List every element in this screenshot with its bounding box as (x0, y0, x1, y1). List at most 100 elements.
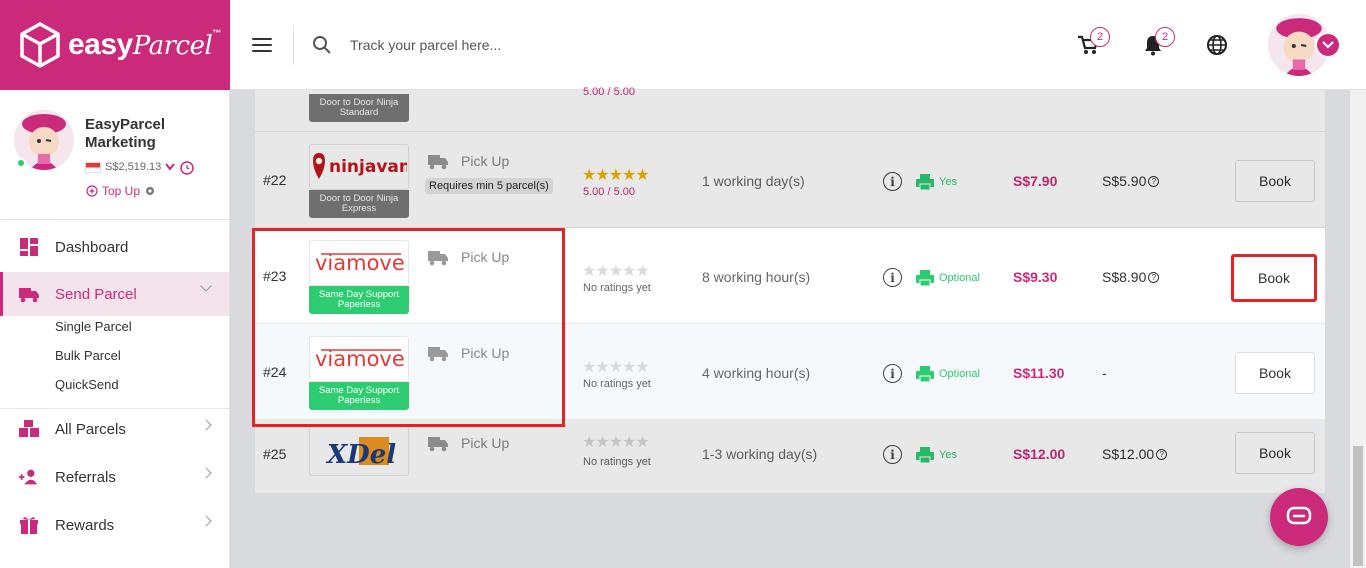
profile-name: EasyParcel Marketing (85, 116, 166, 151)
box-logo-icon (20, 22, 60, 68)
star-rating: ★★★★★ (582, 167, 650, 184)
pickup-label: Pick Up (461, 249, 510, 265)
chevron-down-icon[interactable] (165, 163, 176, 171)
plus-circle-icon (86, 185, 98, 197)
chat-button[interactable] (1270, 488, 1328, 546)
sidebar-item-dashboard[interactable]: Dashboard (0, 225, 229, 269)
truck-icon (428, 251, 448, 266)
requirement-badge: Requires min 5 parcel(s) (425, 178, 553, 194)
gift-icon (18, 514, 40, 536)
chat-icon (1286, 506, 1312, 525)
viamove-logo: viamove (315, 347, 405, 371)
chevron-right-icon (200, 515, 212, 527)
referral-users-icon (18, 466, 40, 488)
service-tag: Same Day Support Paperless (309, 286, 409, 314)
carrier-name: XDel (325, 440, 396, 470)
info-icon[interactable]: i (883, 364, 902, 383)
brand-name: easyParcel™ (68, 28, 221, 61)
sidebar-subitem-bulk-parcel[interactable]: Bulk Parcel (55, 348, 121, 363)
printer-icon (916, 366, 934, 383)
singapore-flag-icon (85, 161, 101, 173)
info-icon[interactable]: i (883, 172, 902, 191)
sidebar-item-label: Referrals (55, 468, 116, 486)
book-button[interactable]: Book (1235, 160, 1315, 202)
page-scrollbar[interactable] (1350, 90, 1366, 568)
info-icon[interactable]: i (883, 268, 902, 287)
service-tag: Same Day Support Paperless (309, 382, 409, 410)
question-icon[interactable]: ? (1148, 271, 1160, 283)
balance-amount: S$2,519.13 (105, 161, 162, 173)
table-row: Door to Door Ninja Standard 5.00 / 5.00 (255, 36, 1325, 132)
truck-icon (428, 437, 448, 452)
info-icon[interactable]: i (883, 445, 902, 464)
truck-icon (428, 347, 448, 362)
rank-number: #22 (263, 172, 287, 188)
sidebar-item-send-parcel[interactable]: Send Parcel (0, 272, 229, 316)
chevron-down-icon (200, 280, 212, 292)
rating-text: No ratings yet (583, 378, 651, 390)
sidebar-subitem-quicksend[interactable]: QuickSend (55, 377, 119, 392)
print-label: Yes (939, 449, 957, 461)
truck-icon (428, 155, 448, 170)
sidebar-item-referrals[interactable]: Referrals (0, 455, 229, 499)
book-button[interactable]: Book (1235, 352, 1315, 394)
print-label: Yes (939, 176, 957, 188)
dashboard-icon (18, 236, 40, 258)
delivery-eta: 1-3 working day(s) (702, 446, 818, 462)
original-price: S$12.00? (1102, 446, 1168, 462)
table-row: #22 ninjavan Door to Door Ninja Express … (255, 132, 1325, 228)
alarm-icon[interactable] (179, 159, 195, 175)
sidebar-item-label: All Parcels (55, 420, 126, 438)
service-tag: Door to Door Ninja Standard (309, 94, 409, 122)
print-requirement: Yes (915, 446, 957, 464)
question-icon[interactable]: ? (1148, 175, 1160, 187)
profile-balance[interactable]: S$2,519.13 (85, 159, 195, 175)
xdel-logo: XDel (325, 437, 396, 470)
boxes-icon (18, 418, 40, 440)
book-button-highlighted[interactable]: Book (1231, 254, 1317, 302)
original-price: S$8.90? (1102, 269, 1160, 285)
table-row: #25 XDel Pick Up ★★★★★ No ratings yet 1-… (255, 420, 1325, 493)
sidebar-item-label: Send Parcel (55, 285, 137, 303)
star-rating: ★★★★★ (582, 359, 650, 376)
carrier-logo: viamove (309, 240, 409, 286)
sidebar-item-rewards[interactable]: Rewards (0, 503, 229, 547)
rating-text: No ratings yet (583, 282, 651, 294)
topup-link[interactable]: Top Up (86, 184, 156, 198)
pickup-method: Pick Up (425, 248, 509, 266)
online-status-dot (16, 158, 26, 168)
price: S$12.00 (1013, 446, 1066, 462)
topup-label: Top Up (102, 184, 141, 198)
carrier-logo: XDel (309, 426, 409, 476)
chevron-right-icon (200, 419, 212, 431)
sidebar-item-all-parcels[interactable]: All Parcels (0, 407, 229, 451)
viamove-logo: viamove (315, 251, 405, 275)
carrier-logo: viamove (309, 336, 409, 382)
print-requirement: Optional (915, 269, 980, 287)
pickup-label: Pick Up (461, 435, 510, 451)
rank-number: #23 (263, 268, 287, 284)
pickup-method: Pick Up (425, 344, 509, 362)
book-button[interactable]: Book (1235, 432, 1315, 474)
profile-panel: EasyParcel Marketing S$2,519.13 Top Up (0, 90, 229, 220)
brand-logo[interactable]: easyParcel™ (18, 21, 221, 69)
price: S$11.30 (1013, 365, 1065, 381)
print-requirement: Yes (915, 173, 957, 191)
carrier-name: ninjavan (329, 157, 407, 177)
sidebar-item-label: Rewards (55, 516, 115, 534)
delivery-eta: 8 working hour(s) (702, 269, 811, 285)
print-label: Optional (939, 272, 980, 284)
table-row: #24 viamove Same Day Support Paperless P… (255, 324, 1325, 420)
pickup-label: Pick Up (461, 153, 510, 169)
question-icon[interactable]: ? (1156, 448, 1168, 460)
price: S$7.90 (1013, 173, 1058, 189)
original-price: - (1102, 365, 1107, 381)
price: S$9.30 (1013, 269, 1058, 285)
scrollbar-thumb[interactable] (1353, 446, 1363, 566)
sidebar: EasyParcel Marketing S$2,519.13 Top Up D… (0, 90, 230, 568)
brand-header[interactable]: easyParcel™ (0, 0, 230, 90)
sidebar-subitem-single-parcel[interactable]: Single Parcel (55, 319, 132, 334)
star-rating: ★★★★★ (582, 434, 650, 451)
pickup-method: Pick Up (425, 434, 509, 452)
gear-icon[interactable] (144, 185, 156, 197)
